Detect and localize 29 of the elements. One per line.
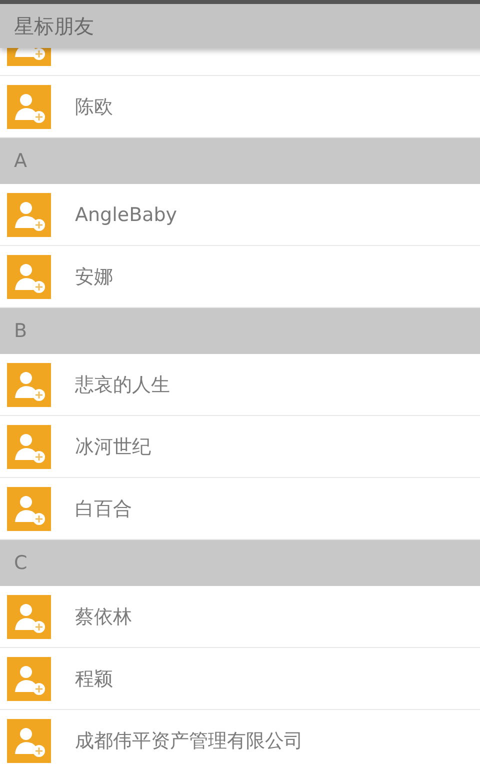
contact-name: 安娜 [75,264,113,290]
contact-avatar-icon [7,594,51,638]
contact-name: 悲哀的人生 [75,372,170,398]
contact-name: 冰河世纪 [75,434,151,460]
contact-avatar-icon [7,192,51,236]
contact-row[interactable]: 冰河世纪 [0,416,480,478]
contact-name: 白百合 [75,496,132,522]
contact-name: 陈欧 [75,94,113,120]
contact-row[interactable]: 成都伟平资产管理有限公司 [0,710,480,765]
section-letter: A [14,150,27,172]
contact-avatar-icon [7,254,51,298]
section-letter: B [14,320,28,342]
contact-row[interactable]: 程颖 [0,648,480,710]
contact-avatar-icon [7,718,51,762]
contact-row[interactable]: AngleBaby [0,184,480,246]
contact-avatar-icon [7,486,51,530]
section-title: 星标朋友 [14,12,94,40]
contact-avatar-icon [7,84,51,128]
contact-avatar-icon [7,48,51,66]
contact-avatar-icon [7,424,51,468]
contact-avatar-icon [7,656,51,700]
contact-row[interactable]: 悲哀的人生 [0,354,480,416]
contact-name: 成都伟平资产管理有限公司 [75,728,303,754]
contact-name: AngleBaby [75,204,178,226]
section-letter: C [14,552,28,574]
contact-avatar-icon [7,362,51,406]
contact-row[interactable]: 蔡依林 [0,586,480,648]
contact-name: 蔡依林 [75,604,132,630]
contact-name: 程颖 [75,666,113,692]
